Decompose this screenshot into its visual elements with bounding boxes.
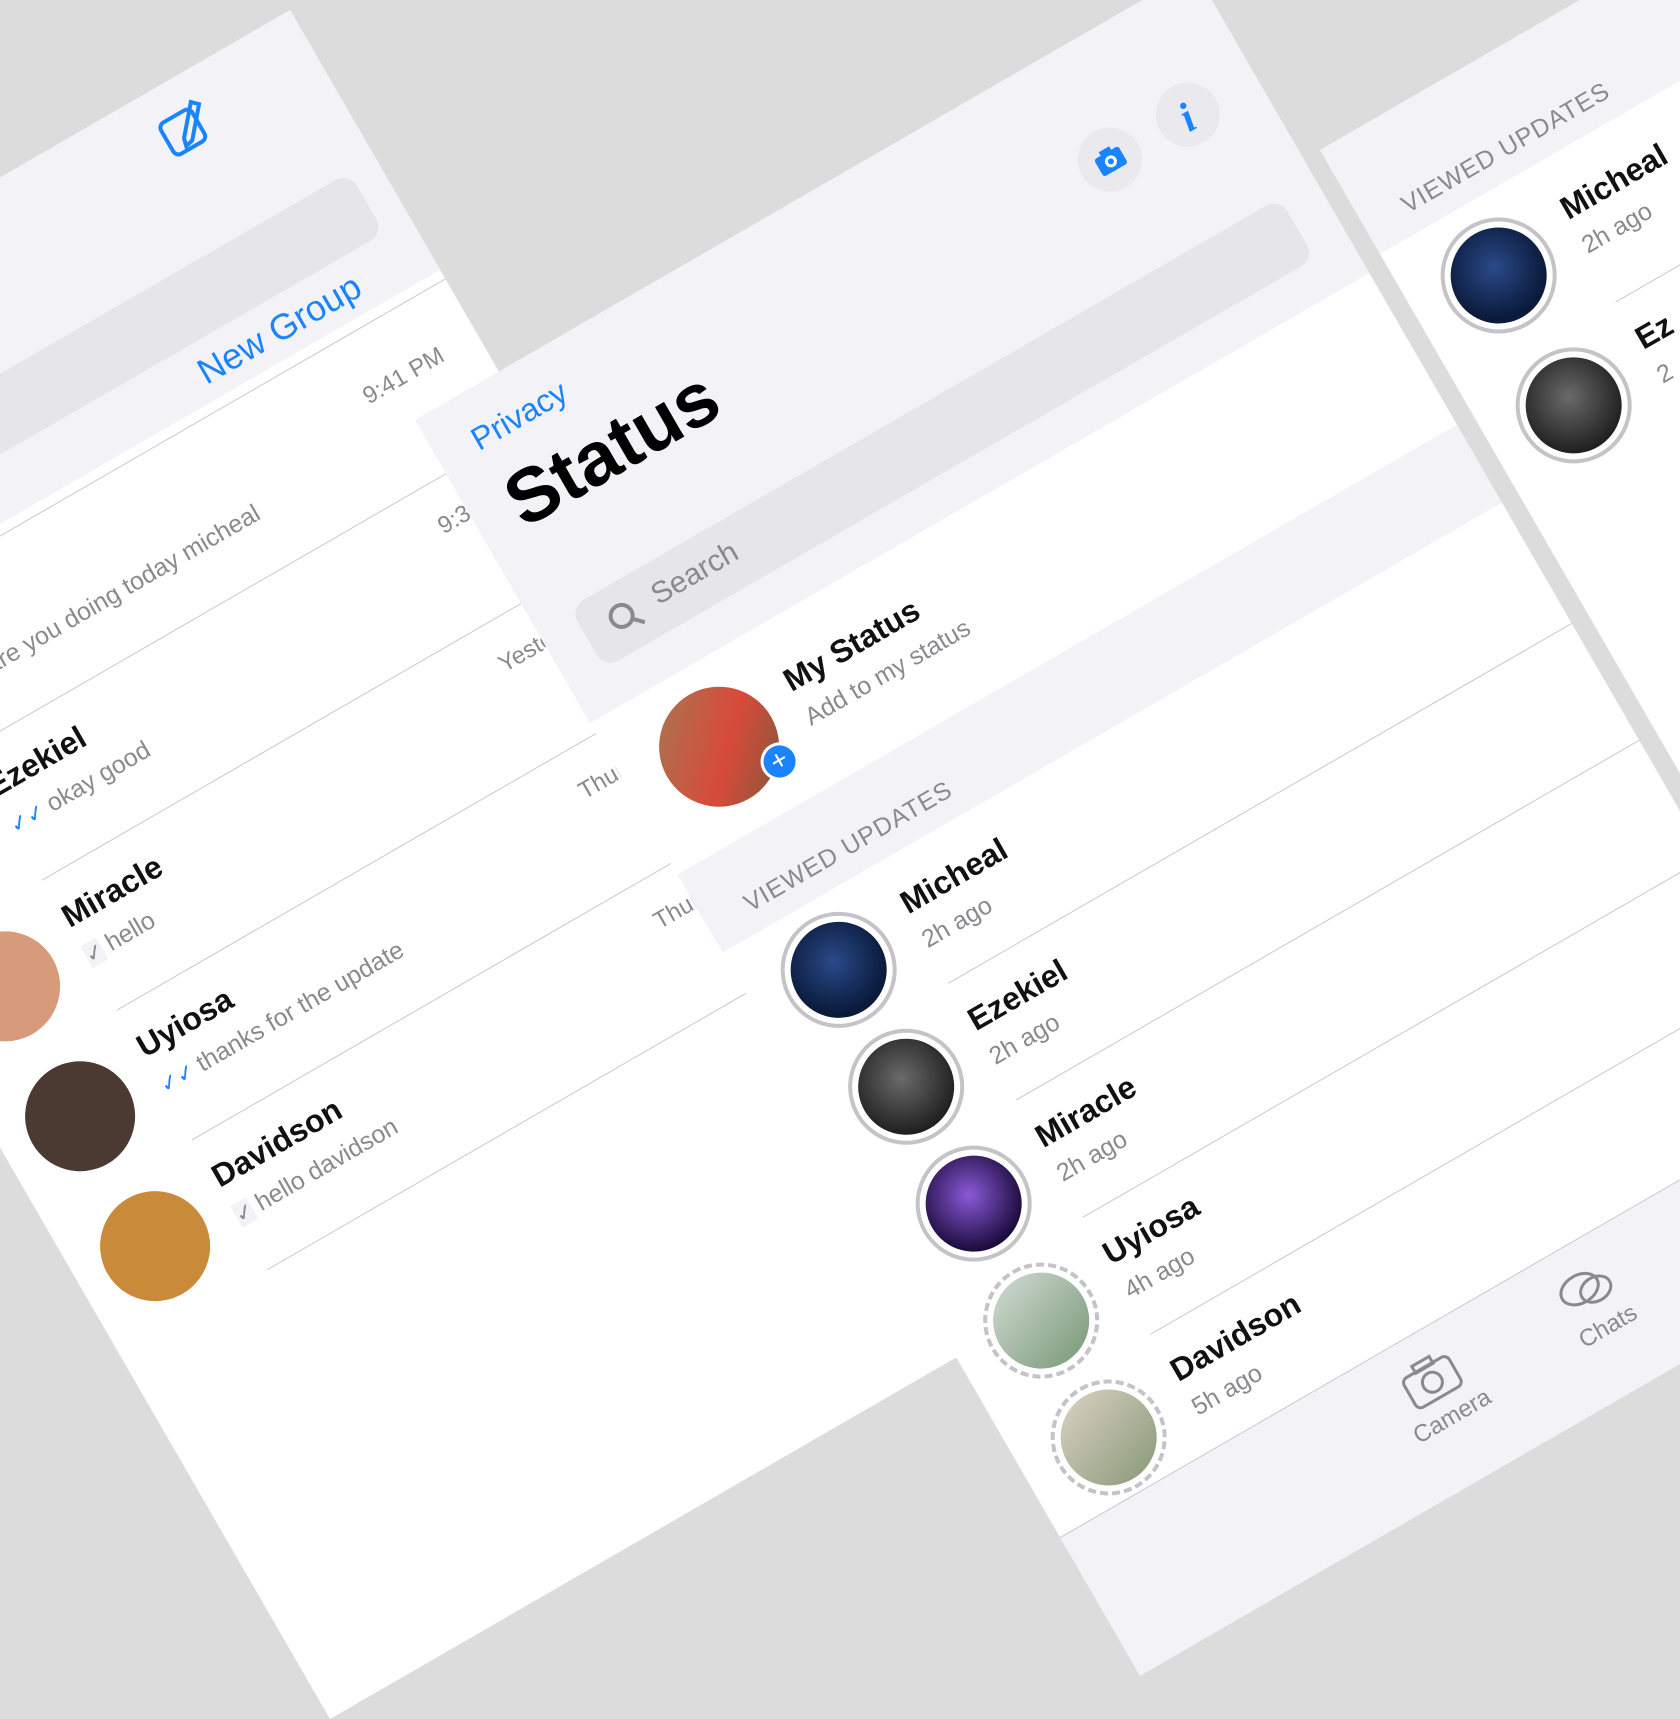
avatar [80, 1171, 230, 1321]
avatar [5, 1041, 155, 1191]
avatar [1433, 210, 1564, 341]
avatar [1508, 340, 1639, 471]
avatar [908, 1138, 1039, 1269]
status-name: Ez [1629, 306, 1680, 357]
avatar [841, 1021, 972, 1152]
avatar [976, 1255, 1107, 1386]
svg-text:i: i [1171, 95, 1204, 141]
avatar [773, 904, 904, 1035]
search-icon [598, 590, 653, 645]
read-receipt-icon: ✓✓ [5, 798, 49, 838]
status-time: 2 [1652, 358, 1679, 390]
chat-time: 9:41 PM [358, 342, 449, 411]
read-receipt-icon: ✓✓ [155, 1058, 199, 1098]
